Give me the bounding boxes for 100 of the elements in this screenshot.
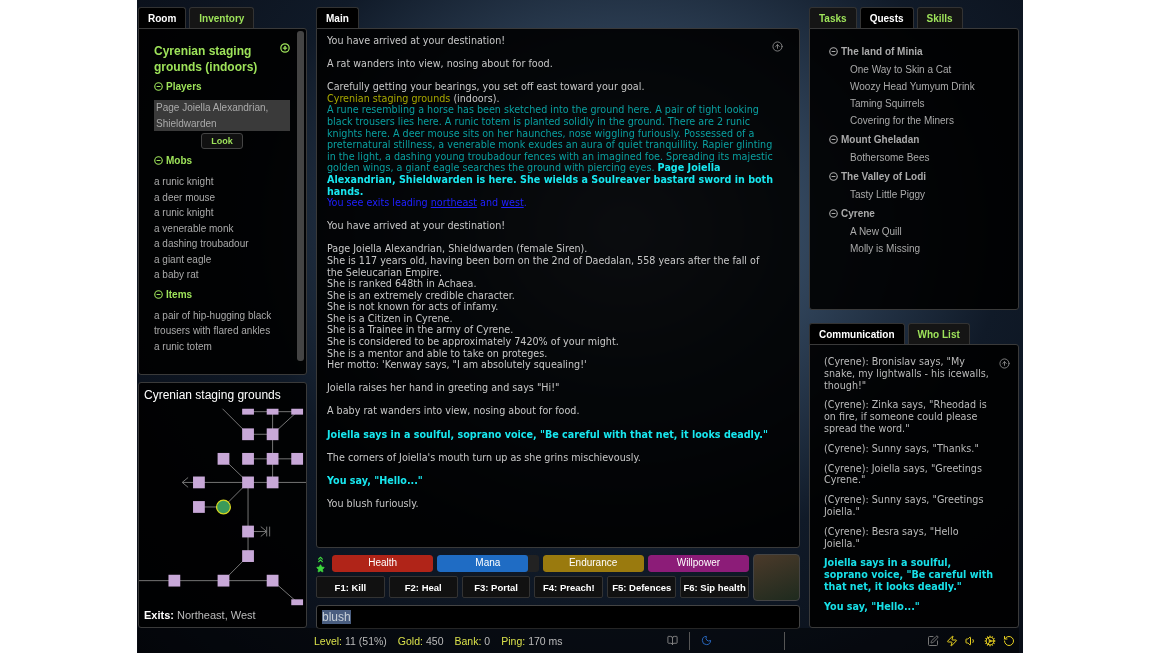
hotkey-button[interactable]: F5: Defences <box>607 576 677 598</box>
list-item[interactable]: a runic totem <box>154 338 290 354</box>
quest-item[interactable]: Woozy Head Yumyum Drink <box>829 78 1008 95</box>
status-label: Gold: <box>397 634 423 647</box>
output-line: She is a mentor and able to take on proteges. <box>327 347 549 360</box>
exits-label: Exits: <box>144 609 174 621</box>
output-line: You blush furiously. <box>327 497 420 510</box>
list-item[interactable]: a baby rat <box>154 267 290 283</box>
hotkey-button[interactable]: F4: Preach! <box>534 576 604 598</box>
quest-item[interactable]: Covering for the Miners <box>829 112 1008 129</box>
portrait-placeholder <box>753 554 800 601</box>
book-icon[interactable] <box>667 635 678 646</box>
chat-message: (Cyrene): Bronislav says, "My snake, my lightwalls - his icewalls, though!" <box>824 356 990 392</box>
add-icon[interactable] <box>280 43 290 53</box>
player-item[interactable]: Page Joiella Alexandrian, Shieldwarden <box>154 100 290 131</box>
tab[interactable]: Quests <box>859 7 914 28</box>
status-value: 11 (51%) <box>345 634 387 647</box>
map-title: Cyrenian staging grounds <box>143 387 282 402</box>
speaker-icon[interactable] <box>965 634 977 647</box>
chat-message: (Cyrene): Sunny says, "Thanks." <box>824 442 980 455</box>
output-line: Cyrenian staging grounds (indoors). <box>327 92 501 105</box>
output-line: You have arrived at your destination! <box>327 35 507 47</box>
tab[interactable]: Skills <box>916 7 963 28</box>
quest-item[interactable]: Bothersome Bees <box>829 149 1008 166</box>
quest-group[interactable]: The Valley of Lodi <box>841 170 926 182</box>
status-label: Ping: <box>501 634 526 647</box>
status-label: Bank: <box>454 634 482 647</box>
tab[interactable]: Tasks <box>809 7 857 28</box>
collapse-icon[interactable] <box>829 134 838 144</box>
output-line: She is not known for acts of infamy. <box>327 301 500 313</box>
output-line: She is a Citizen in Cyrene. <box>327 312 454 325</box>
vital-label: Health <box>368 557 398 568</box>
quest-item[interactable]: One Way to Skin a Cat <box>829 61 1008 78</box>
output-line: You see exits leading northeast and west. <box>327 197 528 209</box>
chat-message: (Cyrene): Besra says, "Hello Joiella." <box>824 525 960 550</box>
chat-message: Joiella says in a soulful, soprano voice, "Be careful with that net, it looks deadly." <box>824 557 994 593</box>
collapse-icon[interactable] <box>829 46 838 56</box>
chat-message: You say, "Hello..." <box>824 600 921 613</box>
status-value: 170 ms <box>528 634 563 647</box>
collapse-icon[interactable] <box>829 208 838 218</box>
list-item[interactable]: a venerable monk <box>154 220 290 236</box>
vital-label: Mana <box>475 557 501 568</box>
output-line: Page Joiella Alexandrian, Shieldwarden (female Siren). <box>327 243 589 255</box>
output-line: The corners of Joiella's mouth turn up as she grins mischievously. <box>327 451 642 464</box>
list-item[interactable]: a dashing troubadour <box>154 236 290 252</box>
refresh-icon[interactable] <box>1003 634 1015 647</box>
output-line: You say, "Hello..." <box>327 474 424 487</box>
scroll-up-icon[interactable] <box>999 358 1010 369</box>
hotkey-button[interactable]: F1: Kill <box>316 576 385 598</box>
tab[interactable]: Room <box>138 7 187 28</box>
hotkey-button[interactable]: F6: Sip health <box>680 576 749 598</box>
output-line: Carefully getting your bearings, you set off east toward your goal. <box>327 81 646 93</box>
output-line: A baby rat wanders into view, nosing about for food. <box>327 405 581 418</box>
command-input[interactable]: blush <box>316 605 800 629</box>
lightning-icon[interactable] <box>946 634 958 647</box>
list-item[interactable]: a runic knight <box>154 205 290 221</box>
collapse-icon[interactable] <box>154 156 163 165</box>
list-item[interactable]: a giant eagle <box>154 251 290 267</box>
quest-item[interactable]: A New Quill <box>829 223 1008 240</box>
chevrons-up-icon[interactable] <box>316 554 325 564</box>
section-title[interactable]: Players <box>166 81 202 92</box>
output-line: Joiella raises her hand in greeting and says "Hi!" <box>327 382 561 394</box>
tab[interactable]: Communication <box>809 323 905 344</box>
edit-icon[interactable] <box>927 634 939 647</box>
collapse-icon[interactable] <box>154 82 163 91</box>
moon-icon[interactable] <box>701 635 712 646</box>
tab[interactable]: Main <box>316 7 359 28</box>
output-line: She is considered to be approximately 7420% of your might. <box>327 336 620 348</box>
output-line: Her motto: 'Kenway says, "I am absolutely squealing!' <box>327 359 588 371</box>
exits-list: Northeast, West <box>176 609 256 621</box>
look-button[interactable]: Look <box>201 133 243 149</box>
quest-group[interactable]: The land of Minia <box>841 45 923 57</box>
quest-item[interactable]: Molly is Missing <box>829 240 1008 257</box>
quest-group[interactable]: Cyrene <box>841 207 875 219</box>
vital-label: Endurance <box>568 557 618 568</box>
room-title: Cyrenian staging grounds (indoors) <box>154 43 259 75</box>
output-line: A rat wanders into view, nosing about for food. <box>327 58 554 70</box>
hotkey-button[interactable]: F3: Portal <box>461 576 531 598</box>
settings-icon[interactable] <box>984 634 996 647</box>
quest-group[interactable]: Mount Gheladan <box>841 133 920 145</box>
collapse-icon[interactable] <box>154 289 163 299</box>
output-line: A rune resembling a horse has been sketched into the ground here. A pair of tight looking black trousers lies here. A runic totem is planted solidly in the ground. There are 2 runic knights here. A deer mouse sits on her haunches, nose wiggling furiously. Possessed of a preternatural stillness, a venerable monk exudes an aura of quiet tranquillity. Rapier glinting in the light, a dashing young troubadour fences with an imagined foe. Spreading its majestic golden wings, a giant eagle searches the ground with piercing eyes. Page Joiella Alexandrian, Shieldwarden is here. She wields a Soulreaver bastard sword in both hands. <box>327 104 774 198</box>
list-item[interactable]: a deer mouse <box>154 189 290 205</box>
tab[interactable]: Inventory <box>189 7 255 28</box>
collapse-icon[interactable] <box>829 171 838 181</box>
output-line: You have arrived at your destination! <box>327 220 507 232</box>
scrollbar[interactable] <box>297 31 304 361</box>
quest-item[interactable]: Taming Squirrels <box>829 95 1008 112</box>
tab[interactable]: Who List <box>907 323 970 344</box>
output-line: She is an extremely credible character. <box>327 289 516 302</box>
status-label: Level: <box>314 634 343 647</box>
quest-item[interactable]: Tasty Little Piggy <box>829 186 1008 203</box>
scroll-up-icon[interactable] <box>772 41 783 52</box>
star-icon[interactable] <box>316 563 325 573</box>
list-item[interactable]: a runic knight <box>154 174 290 190</box>
hotkey-button[interactable]: F2: Heal <box>388 576 458 598</box>
section-title[interactable]: Mobs <box>166 155 193 166</box>
output-line: She is 117 years old, having been born on the 2nd of Daedalan, 558 years after the fall of the Seleucarian Empire. <box>327 254 761 279</box>
status-value: 450 <box>425 634 444 647</box>
section-title[interactable]: Items <box>166 288 193 300</box>
